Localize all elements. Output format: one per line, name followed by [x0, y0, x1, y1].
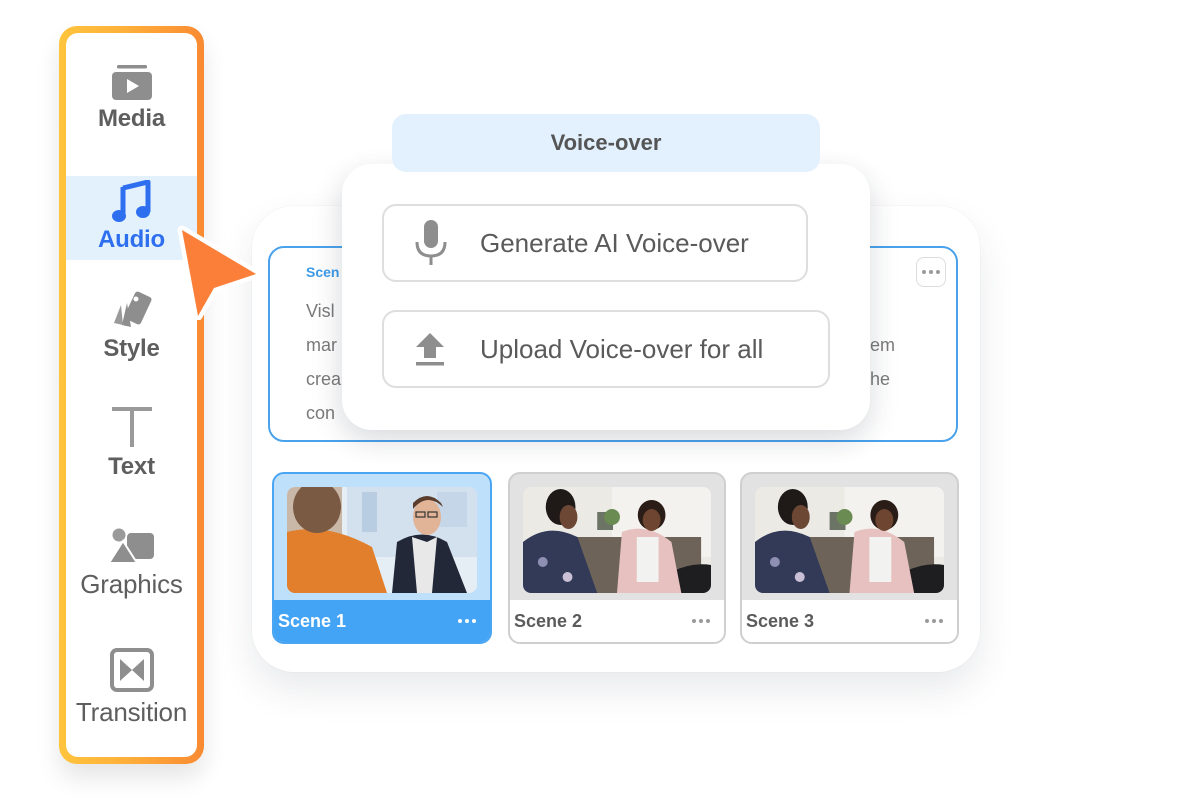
button-label: Generate AI Voice-over	[480, 227, 749, 258]
scene-2-image	[523, 487, 711, 593]
upload-voiceover-button[interactable]: Upload Voice-over for all	[382, 310, 830, 388]
style-swatch-icon	[113, 291, 152, 327]
scene-footer: Scene 3	[742, 600, 957, 642]
script-line-start: con	[306, 403, 336, 423]
generate-ai-voiceover-button[interactable]: Generate AI Voice-over	[382, 204, 808, 282]
more-horizontal-icon[interactable]	[458, 619, 476, 623]
media-play-icon	[111, 65, 152, 100]
upload-icon	[416, 333, 444, 366]
voiceover-panel: Generate AI Voice-over Upload Voice-over…	[342, 164, 870, 430]
sidebar-item-label: Audio	[98, 226, 165, 253]
button-label: Upload Voice-over for all	[480, 333, 764, 364]
scene-card-2[interactable]: Scene 2	[508, 472, 726, 644]
scene-card-1[interactable]: Scene 1	[272, 472, 492, 644]
scene-1-image	[287, 487, 477, 593]
script-line-start: crea	[306, 369, 342, 389]
scene-name: Scene 3	[746, 610, 815, 631]
sidebar-item-text[interactable]: Text	[66, 405, 197, 495]
scene-name: Scene 2	[514, 610, 583, 631]
sidebar-item-media[interactable]: Media	[66, 65, 197, 147]
scene-footer: Scene 2	[510, 600, 724, 642]
sidebar-item-graphics[interactable]: Graphics	[66, 527, 197, 617]
more-horizontal-icon[interactable]	[692, 619, 710, 623]
sidebar-item-label: Text	[108, 453, 155, 480]
script-scene-label: Scen	[306, 264, 340, 280]
cursor-pointer-icon	[177, 225, 261, 320]
scene-footer: Scene 1	[274, 600, 490, 642]
voiceover-tab[interactable]: Voice-over	[392, 114, 820, 172]
sidebar-item-label: Media	[97, 105, 166, 132]
scene-card-3[interactable]: Scene 3	[740, 472, 959, 644]
text-t-icon	[111, 407, 152, 447]
shapes-icon	[108, 528, 154, 564]
script-line-end: he	[870, 369, 891, 389]
sidebar-item-label: Transition	[75, 697, 188, 727]
scene-thumbnail	[287, 487, 477, 593]
transition-bowtie-icon	[109, 648, 154, 692]
scene-thumbnail	[755, 487, 944, 593]
sidebar-item-transition[interactable]: Transition	[66, 647, 197, 743]
music-note-icon	[111, 180, 150, 222]
sidebar-item-label: Style	[103, 335, 160, 362]
sidebar-frame: Media Audio Style Text Graphics Transiti…	[59, 26, 204, 764]
script-line-start: Visl	[306, 301, 335, 321]
script-more-button[interactable]	[916, 257, 946, 287]
more-horizontal-icon[interactable]	[925, 619, 943, 623]
microphone-icon	[415, 220, 447, 265]
voiceover-title: Voice-over	[550, 130, 662, 155]
more-horizontal-icon	[922, 270, 940, 274]
sidebar-item-label: Graphics	[80, 569, 183, 599]
scene-3-image	[755, 487, 944, 593]
sidebar: Media Audio Style Text Graphics Transiti…	[66, 33, 197, 757]
script-line-start: mar	[306, 335, 337, 355]
script-line-end: em	[870, 335, 896, 355]
scene-name: Scene 1	[278, 610, 347, 631]
scene-thumbnail	[523, 487, 711, 593]
